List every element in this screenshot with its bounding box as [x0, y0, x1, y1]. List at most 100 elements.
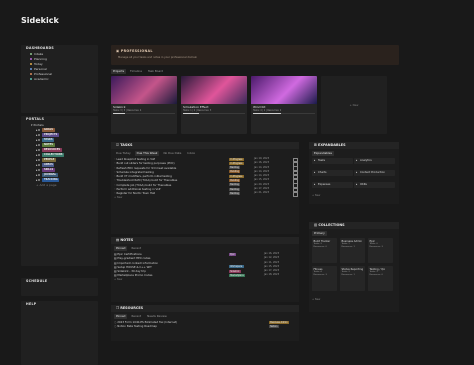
tab-expandables[interactable]: Expandables — [312, 151, 334, 156]
status-badge: Pending — [229, 170, 241, 174]
sidebar-item-dashboard[interactable]: Academic — [30, 77, 98, 82]
project-cover-image — [251, 76, 317, 104]
progress-fill — [183, 113, 199, 114]
dashboards-list: Intake Planning Today Personal Professional A… — [21, 52, 98, 82]
project-card[interactable]: Simulation Effect Tasks: 1 | 0 | Resource… — [181, 76, 247, 134]
note-tag: Sidekick — [229, 269, 241, 273]
tab-task-3[interactable]: Inbox — [185, 151, 197, 156]
tab-note-0[interactable]: Pinned — [114, 246, 128, 251]
notes-header[interactable]: ▤ NOTES — [111, 237, 299, 244]
collections-title: COLLECTIONS — [318, 223, 345, 227]
page-icon — [38, 159, 41, 161]
tab-resource-2[interactable]: Needs Review — [145, 314, 169, 319]
project-cover-image — [111, 76, 177, 104]
tab-primary[interactable]: Primary — [312, 231, 327, 236]
tab-task-1[interactable]: Due This Week — [134, 151, 160, 156]
project-meta: Tasks: 4 | 1 | Resources: 2 — [253, 109, 282, 112]
progress-fill — [253, 113, 281, 114]
expandables-panel: ⊞ EXPANDABLES Expandables ▸ Tasks ▸ Analyti… — [309, 142, 399, 204]
notes-new[interactable]: + New — [111, 278, 299, 282]
resource-tag: Notion — [269, 324, 279, 328]
resources-panel: ❐ RESOURCES Pinned Recent Needs Review ◌ 2… — [111, 305, 299, 341]
tab-resource-0[interactable]: Pinned — [114, 314, 128, 319]
sidebar-portals: PORTALS ▾ Portals ▸ GOALS ▸ PROJECTS ▸ TAS… — [21, 116, 98, 266]
collection-meta: Resources: 1 — [341, 273, 355, 276]
expandable-label: Tasks — [318, 159, 325, 162]
resources-header[interactable]: ❐ RESOURCES — [111, 305, 299, 312]
sidebar-item-label: Planning — [34, 57, 47, 61]
app-title: Sidekick — [21, 16, 59, 25]
tab-note-1[interactable]: Recent — [129, 246, 143, 251]
sidebar-help: HELP — [21, 301, 98, 365]
page-icon — [38, 139, 41, 141]
collection-meta: Resources: 0 — [313, 245, 327, 248]
tab-task-0[interactable]: Due Today — [114, 151, 133, 156]
toggle-icon: ▸ — [314, 171, 316, 174]
project-cover-image — [181, 76, 247, 104]
professional-banner: ▣ PROFESSIONAL Manage all your tasks and… — [111, 45, 399, 65]
tasks-header[interactable]: ☑ TASKS — [111, 142, 299, 149]
portals-root-label: Portals — [33, 123, 44, 127]
expandables-header[interactable]: ⊞ EXPANDABLES — [309, 142, 399, 149]
expandable-label: Content Production — [360, 171, 385, 174]
note-tag: Marketplace — [229, 274, 245, 278]
collection-card[interactable]: Status Reporting Tasks: 3 Resources: 1 — [340, 266, 365, 291]
tasks-panel: ☑ TASKS Due Today Due This Week No Due Dat… — [111, 142, 299, 234]
collection-card[interactable]: Fitness Tasks: 4 Resources: 3 — [312, 266, 337, 291]
portal-tag: PEOPLE — [42, 158, 56, 162]
expandable-item[interactable]: ▸ Expenses — [312, 182, 353, 188]
collections-panel: ▥ COLLECTIONS Primary Build Tracker Tasks… — [309, 222, 399, 312]
resources-title: RESOURCES — [120, 306, 144, 310]
collection-card[interactable]: Epic Tasks: 0 Resources: 3 — [368, 238, 393, 263]
progress-bar — [253, 113, 315, 114]
portal-tag: TRACKING — [42, 178, 60, 182]
page-icon — [38, 179, 41, 181]
collection-card[interactable]: Testing / QA Tasks: 3 Resources: 0 — [368, 266, 393, 291]
page-icon — [38, 144, 41, 146]
portals-heading: PORTALS — [26, 117, 45, 121]
resource-tag: Business Admin — [269, 320, 289, 324]
expandable-item[interactable]: ▸ OKRs — [354, 182, 395, 188]
notes-title: NOTES — [120, 238, 134, 242]
tab-task-2[interactable]: No Due Date — [161, 151, 183, 156]
page-icon — [30, 53, 32, 55]
tasks-new[interactable]: + New — [111, 196, 299, 200]
resources-tabs: Pinned Recent Needs Review — [111, 314, 299, 319]
projects-panel: Projects Timeline Task Board Sidekick Tasks… — [111, 69, 399, 135]
schedule-heading[interactable]: SCHEDULE — [21, 278, 98, 285]
tasks-title: TASKS — [120, 143, 133, 147]
tab-project-1[interactable]: Timeline — [128, 69, 144, 74]
progress-bar — [113, 113, 175, 114]
expandable-label: Charts — [318, 171, 327, 174]
project-card[interactable]: Sidekick Tasks: 3 | 3 | Resources: 4 — [111, 76, 177, 134]
new-project-card[interactable]: + New — [321, 76, 387, 134]
list-item[interactable]: ◌ Notion Beta Testing Roadmap Notion — [114, 324, 299, 328]
expandables-new[interactable]: + New — [309, 194, 399, 198]
add-page-link[interactable]: + Add a page — [21, 183, 98, 188]
expandables-grid: ▸ Tasks ▸ Analytics ▸ Charts ▸ Content Producti… — [312, 158, 396, 194]
tasks-list: ◦ Lead blueprint testing in VoP In Progre… — [111, 157, 299, 197]
collections-header[interactable]: ▥ COLLECTIONS — [309, 222, 399, 229]
expandable-item[interactable]: ▸ Tasks — [312, 158, 353, 164]
portal-tag: RESOURCES — [42, 148, 62, 152]
expandable-item[interactable]: ▸ Content Production — [354, 170, 395, 176]
status-badge: In Progress — [229, 157, 244, 161]
expandable-label: Expenses — [318, 183, 331, 186]
resources-list: ◌ 2023 Form 1040-ES Estimated Tax (Inter… — [111, 320, 299, 329]
tab-resource-1[interactable]: Recent — [129, 314, 143, 319]
status-badge: Pending — [229, 179, 241, 183]
expandable-item[interactable]: ▸ Charts — [312, 170, 353, 176]
status-badge: In Progress — [229, 161, 244, 165]
collection-card[interactable]: Business Admin Tasks: 1 Resources: 1 — [340, 238, 365, 263]
collections-new[interactable]: + New — [309, 298, 399, 302]
collection-meta: Resources: 3 — [369, 245, 383, 248]
sidebar-item-label: Intake — [34, 52, 44, 56]
expandable-item[interactable]: ▸ Analytics — [354, 158, 395, 164]
collection-card[interactable]: Build Tracker Tasks: 3 Resources: 0 — [312, 238, 337, 263]
collections-tabs: Primary — [309, 231, 399, 236]
help-heading[interactable]: HELP — [21, 301, 98, 308]
tab-project-2[interactable]: Task Board — [146, 69, 165, 74]
portal-tag: COLLECTIONS — [42, 153, 64, 157]
project-card[interactable]: Wind Kit Tasks: 4 | 1 | Resources: 2 — [251, 76, 317, 134]
tab-project-0[interactable]: Projects — [111, 69, 127, 74]
